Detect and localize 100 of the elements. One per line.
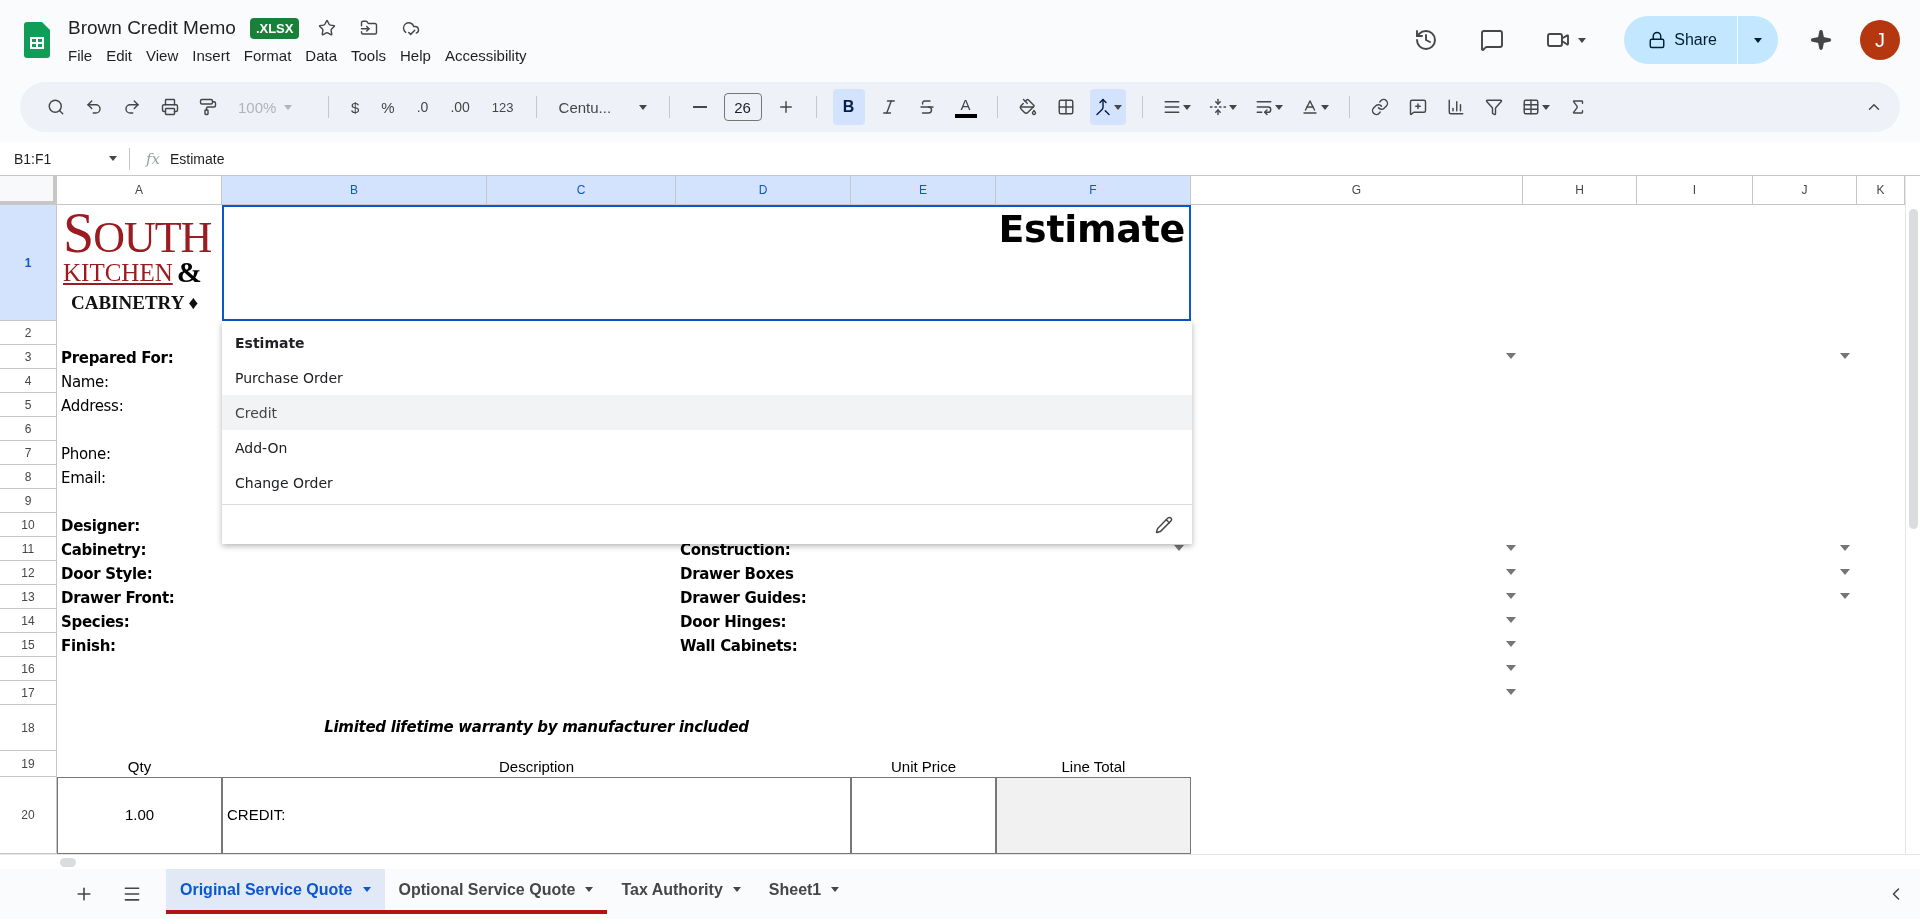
share-button[interactable]: Share [1624, 16, 1738, 64]
dropdown-arrow-icon[interactable] [1506, 569, 1516, 575]
dropdown-option[interactable]: Change Order [222, 465, 1192, 500]
menu-item[interactable]: Format [237, 45, 298, 66]
logo-text: SOUTH [63, 213, 213, 258]
sheet-tab[interactable]: Optional Service Quote [384, 869, 608, 914]
dropdown-arrow-icon[interactable] [1506, 593, 1516, 599]
column-header[interactable]: A [57, 176, 222, 205]
sheet-tab[interactable]: Tax Authority [607, 869, 755, 914]
undo-icon [85, 98, 103, 116]
caret-icon [732, 887, 741, 892]
caret-icon [284, 104, 293, 110]
column-header[interactable]: D [676, 176, 851, 205]
menu-item[interactable]: Insert [186, 45, 236, 66]
cell-text: Designer: [61, 517, 140, 535]
row-header[interactable]: 8 [0, 465, 57, 489]
increase-decimals-button[interactable]: .00 [444, 93, 476, 121]
row-header[interactable]: 16 [0, 657, 57, 681]
caret-icon [831, 887, 840, 892]
dropdown-option[interactable]: Credit [222, 395, 1192, 430]
currency-button[interactable]: $ [345, 93, 366, 121]
dropdown-option[interactable]: Estimate [222, 325, 1192, 360]
horizontal-scrollbar[interactable] [0, 854, 1920, 869]
row-header[interactable]: 3 [0, 345, 57, 369]
row-header[interactable]: 17 [0, 681, 57, 705]
column-header[interactable]: E [851, 176, 996, 205]
caret-icon [638, 104, 647, 110]
sheet-tab[interactable]: Sheet1 [754, 869, 854, 914]
merge-icon [1093, 98, 1112, 116]
sheets-logo[interactable] [24, 22, 50, 58]
column-header[interactable]: H [1523, 176, 1637, 205]
bold-button[interactable]: B [832, 89, 865, 125]
row-header[interactable]: 15 [0, 633, 57, 657]
dropdown-option[interactable]: Add-On [222, 430, 1192, 465]
dropdown-arrow-icon[interactable] [1506, 617, 1516, 623]
dropdown-arrow-icon[interactable] [1506, 665, 1516, 671]
sheet-tab[interactable]: Original Service Quote [166, 869, 385, 914]
row-header[interactable]: 1 [0, 205, 57, 321]
row-header[interactable]: 6 [0, 417, 57, 441]
number-format-button[interactable]: 123 [485, 93, 520, 121]
user-avatar[interactable]: J [1860, 20, 1900, 60]
row-header[interactable]: 18 [0, 705, 57, 751]
row-header[interactable]: 10 [0, 513, 57, 537]
menu-item[interactable]: File [62, 45, 99, 66]
dropdown-arrow-icon[interactable] [1506, 545, 1516, 551]
chart-icon [1446, 98, 1465, 116]
row-header[interactable]: 11 [0, 537, 57, 561]
cell-range: B1:F1 [14, 150, 52, 167]
dropdown-arrow-icon[interactable] [1506, 353, 1516, 359]
dropdown-arrow-icon[interactable] [1840, 353, 1850, 359]
row-header[interactable]: 12 [0, 561, 57, 585]
font-size-field[interactable]: 26 [723, 93, 762, 121]
row-header[interactable]: 20 [0, 777, 57, 854]
history-icon [1414, 28, 1439, 52]
row-header[interactable]: 4 [0, 369, 57, 393]
column-header[interactable]: C [487, 176, 676, 205]
row-header[interactable]: 5 [0, 393, 57, 417]
menu-item[interactable]: Accessibility [438, 45, 533, 66]
merge-button[interactable] [1089, 89, 1126, 125]
row-header[interactable]: 9 [0, 489, 57, 513]
cell-text: Cabinetry: [61, 541, 147, 559]
menu-item[interactable]: Tools [345, 45, 393, 66]
dropdown-arrow-icon[interactable] [1174, 545, 1184, 551]
menu-item[interactable]: View [140, 45, 185, 66]
cell-text: Email: [61, 469, 106, 487]
column-header[interactable]: J [1753, 176, 1857, 205]
dropdown-arrow-icon[interactable] [1506, 689, 1516, 695]
formula-content[interactable]: Estimate [170, 150, 225, 167]
dropdown-arrow-icon[interactable] [1506, 641, 1516, 647]
menu-item[interactable]: Data [299, 45, 343, 66]
cell-text: Address: [61, 397, 124, 415]
menu-item[interactable]: Help [394, 45, 437, 66]
dropdown-arrow-icon[interactable] [1840, 593, 1850, 599]
row-header[interactable]: 13 [0, 585, 57, 609]
dropdown-arrow-icon[interactable] [1840, 569, 1850, 575]
column-header[interactable]: I [1637, 176, 1753, 205]
column-header[interactable]: G [1191, 176, 1523, 205]
column-header[interactable]: K [1857, 176, 1905, 205]
row-header[interactable]: 7 [0, 441, 57, 465]
row-header[interactable]: 14 [0, 609, 57, 633]
dropdown-arrow-icon[interactable] [1840, 545, 1850, 551]
caret-icon [585, 887, 594, 892]
font-select[interactable]: Centu... [552, 93, 653, 121]
row-header[interactable]: 19 [0, 751, 57, 777]
decrease-decimals-button[interactable]: .0 [410, 93, 435, 121]
caret-icon [1113, 104, 1122, 110]
vertical-scrollbar[interactable] [1905, 176, 1920, 854]
percent-button[interactable]: % [375, 93, 401, 121]
menu-item[interactable]: Edit [100, 45, 139, 66]
row-header[interactable]: 2 [0, 321, 57, 345]
folder-icon [360, 19, 379, 37]
dropdown-option[interactable]: Purchase Order [222, 360, 1192, 395]
column-header[interactable]: B [222, 176, 487, 205]
cloud-check-icon [402, 19, 421, 37]
name-box[interactable]: B1:F1 [0, 147, 130, 170]
column-header[interactable]: F [996, 176, 1191, 205]
cell-text: Drawer Front: [61, 589, 175, 607]
cell-text: Phone: [61, 445, 111, 463]
document-title[interactable]: Brown Credit Memo [68, 17, 236, 39]
text-color-button[interactable]: A [950, 92, 981, 122]
